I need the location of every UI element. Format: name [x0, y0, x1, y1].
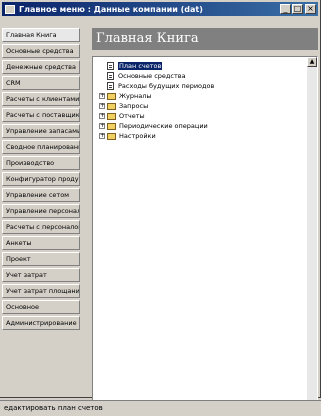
tree-item-journals[interactable]: + Журналы	[99, 91, 214, 101]
tree-item-chart-of-accounts[interactable]: План счетов	[99, 61, 214, 71]
sidebar-item-network[interactable]: Управление сетом	[2, 188, 80, 202]
sidebar-item-customers[interactable]: Расчеты с клиентами	[2, 92, 80, 106]
sidebar-item-product-configurator[interactable]: Конфигуратор продукции	[2, 172, 80, 186]
status-bar: едактировать план счетов	[0, 400, 321, 416]
sidebar-item-questionnaires[interactable]: Анкеты	[2, 236, 80, 250]
scroll-up-icon[interactable]: ▲	[307, 57, 317, 67]
expand-icon[interactable]: +	[99, 103, 105, 109]
expand-icon[interactable]: +	[99, 93, 105, 99]
minimize-button[interactable]: _	[280, 4, 291, 14]
tree-item-periodic[interactable]: + Периодические операции	[99, 121, 214, 131]
form-icon	[107, 72, 114, 80]
folder-icon	[107, 92, 116, 100]
main-menu-window: Главное меню : Данные компании (dat) _ □…	[0, 0, 321, 411]
sidebar-item-basic[interactable]: Основное	[2, 300, 80, 314]
sidebar-item-production[interactable]: Производство	[2, 156, 80, 170]
sidebar-item-payroll[interactable]: Расчеты с персоналом	[2, 220, 80, 234]
tree-item-label: Расходы будущих периодов	[118, 82, 215, 90]
sidebar-item-crm[interactable]: СRМ	[2, 76, 80, 90]
tree-item-reports[interactable]: + Отчеты	[99, 111, 214, 121]
sidebar-item-administration[interactable]: Администрирование	[2, 316, 80, 330]
tree-item-label: Журналы	[119, 92, 152, 100]
folder-icon	[107, 102, 116, 110]
menu-tree[interactable]: План счетов Основные средства Расходы бу…	[92, 56, 318, 411]
expand-icon[interactable]: +	[99, 123, 105, 129]
tree-item-label: Периодические операции	[119, 122, 208, 130]
tree-item-setup[interactable]: + Настройки	[99, 131, 214, 141]
tree-item-label: Основные средства	[118, 72, 186, 80]
tree-item-label: План счетов	[118, 62, 163, 70]
form-icon	[107, 82, 114, 90]
sidebar-item-cash[interactable]: Денежные средства	[2, 60, 80, 74]
title-bar[interactable]: Главное меню : Данные компании (dat) _ □…	[2, 2, 318, 16]
folder-icon	[107, 132, 116, 140]
tree-item-prepaid-expenses[interactable]: Расходы будущих периодов	[99, 81, 214, 91]
window-title: Главное меню : Данные компании (dat)	[19, 4, 203, 14]
tree-item-inquiries[interactable]: + Запросы	[99, 101, 214, 111]
close-button[interactable]: ×	[305, 4, 316, 14]
sidebar-item-fixed-assets[interactable]: Основные средства	[2, 44, 80, 58]
expand-icon[interactable]: +	[99, 113, 105, 119]
sidebar-item-general-ledger[interactable]: Главная Книга	[2, 28, 80, 42]
app-icon	[5, 4, 15, 14]
sidebar-item-human-resources[interactable]: Управление персоналом	[2, 204, 80, 218]
sidebar-item-cost-accounting[interactable]: Учет затрат	[2, 268, 80, 282]
sidebar-item-vendors[interactable]: Расчеты с поставщиками	[2, 108, 80, 122]
sidebar-item-inventory[interactable]: Управление запасами	[2, 124, 80, 138]
sidebar-item-master-planning[interactable]: Сводное планирование	[2, 140, 80, 154]
module-sidebar: Главная Книга Основные средства Денежные…	[2, 28, 80, 332]
page-title: Главная Книга	[92, 28, 318, 50]
vertical-scrollbar[interactable]: ▲ ▼	[307, 57, 317, 410]
tree-item-label: Настройки	[119, 132, 156, 140]
tree-item-label: Отчеты	[119, 112, 145, 120]
maximize-button[interactable]: □	[292, 4, 303, 14]
tree-item-fixed-assets[interactable]: Основные средства	[99, 71, 214, 81]
sidebar-item-cost-area[interactable]: Учет затрат площания	[2, 284, 80, 298]
expand-icon[interactable]: +	[99, 133, 105, 139]
main-panel: Главная Книга План счетов Основные средс…	[92, 28, 318, 411]
sidebar-item-project[interactable]: Проект	[2, 252, 80, 266]
tree-item-label: Запросы	[119, 102, 149, 110]
folder-icon	[107, 112, 116, 120]
form-icon	[107, 62, 114, 70]
folder-icon	[107, 122, 116, 130]
